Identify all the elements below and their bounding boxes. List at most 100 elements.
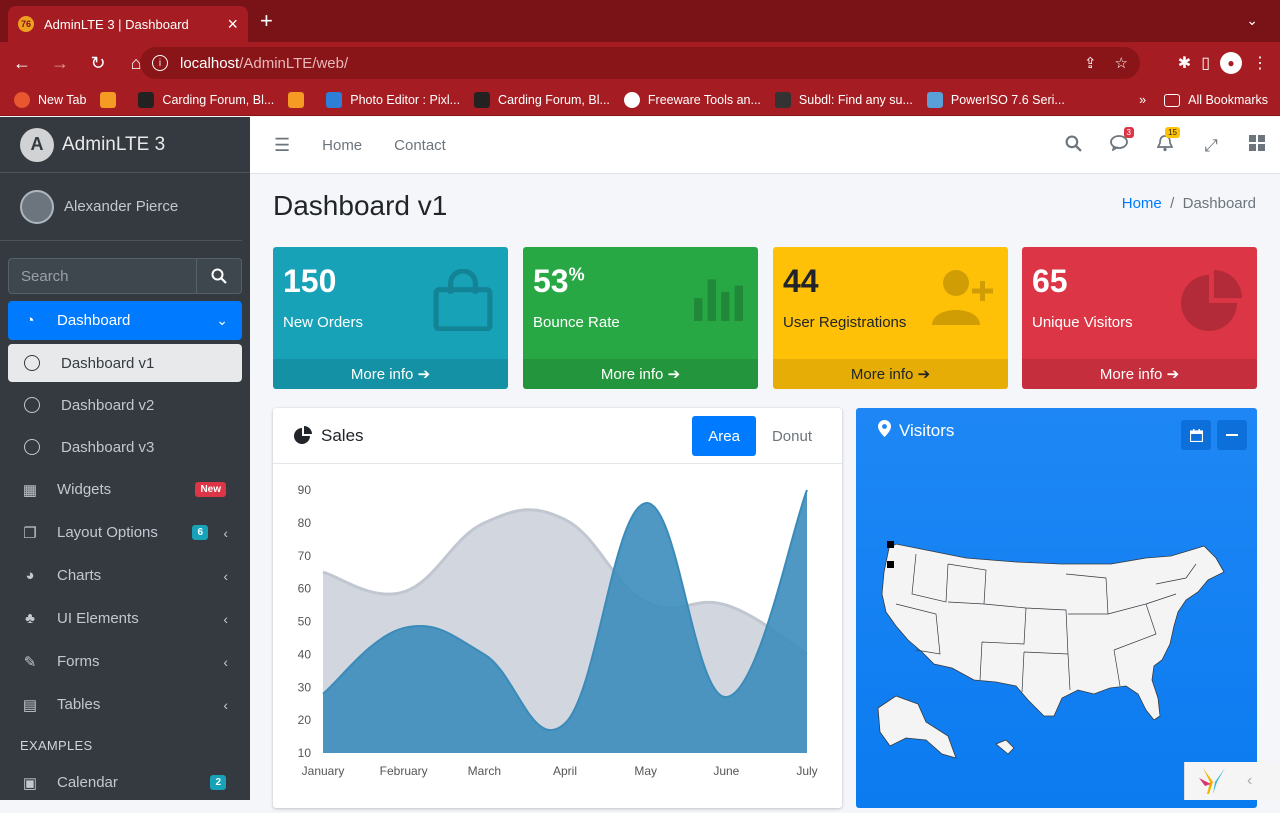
close-tab-icon[interactable]: × [227,14,238,35]
circle-icon [24,439,40,455]
url-field[interactable]: i localhost/AdminLTE/web/ ⇪ ☆ [140,47,1140,79]
tab-area[interactable]: Area [692,416,756,456]
side-panel-icon[interactable]: ▯ [1201,53,1210,73]
new-tab-icon[interactable]: + [260,8,273,34]
tab-search-icon[interactable]: ⌄ [1246,12,1258,29]
sidebar-item-charts[interactable]: ◕ Charts ‹ [8,556,242,595]
brand-text: AdminLTE 3 [62,134,165,156]
brand-link[interactable]: A AdminLTE 3 [0,117,250,173]
notifications-icon[interactable]: 15 [1142,135,1188,157]
more-info-link[interactable]: More info ➔ [273,359,508,389]
tree-icon: ♣ [20,610,40,627]
bookmark-favicon-icon [624,92,640,108]
bookmark-item[interactable]: Carding Forum, Bl... [474,92,610,108]
sidebar-nav: ◔ Dashboard ⌄ Dashboard v1 Dashboard v2 … [8,301,242,802]
tab-donut[interactable]: Donut [756,416,828,456]
sidebar-item-layout-options[interactable]: ❐ Layout Options 6 ‹ [8,513,242,552]
sidebar-search-button[interactable] [196,258,242,294]
sidebar-item-ui-elements[interactable]: ♣ UI Elements ‹ [8,599,242,638]
bookmark-item[interactable]: Subdl: Find any su... [775,92,913,108]
x-tick-label: May [634,764,657,778]
breadcrumb-separator: / [1166,195,1183,212]
reload-icon[interactable]: ↻ [82,53,114,74]
bookmark-item[interactable]: Freeware Tools an... [624,92,761,108]
bar-chart-icon [692,269,744,321]
folder-icon [1164,94,1180,107]
sidebar-search: Search [8,258,242,294]
count-badge: 2 [210,775,226,790]
map-marker[interactable] [887,541,894,548]
visitors-card: Visitors [856,408,1257,808]
bookmark-item[interactable]: New Tab [14,92,86,108]
chevron-left-icon: ‹ [223,654,228,670]
back-icon[interactable]: ← [6,53,38,74]
messages-icon[interactable]: 3 [1096,135,1142,156]
sales-area-chart: 102030405060708090JanuaryFebruaryMarchAp… [273,464,842,808]
y-tick-label: 70 [298,549,312,563]
collapse-button[interactable] [1217,420,1247,450]
url-host: localhost [180,55,239,72]
map-marker[interactable] [887,561,894,568]
chevron-left-icon: ‹ [223,697,228,713]
sidebar-item-widgets[interactable]: ▦ Widgets New [8,470,242,509]
browser-menu-icon[interactable]: ⋮ [1252,53,1268,73]
user-panel[interactable]: Alexander Pierce [0,173,242,241]
bookmark-favicon-icon [14,92,30,108]
share-icon[interactable]: ⇪ [1084,54,1097,72]
sidebar-item-dashboard[interactable]: ◔ Dashboard ⌄ [8,301,242,340]
nav-link-home[interactable]: Home [322,137,362,154]
more-info-link[interactable]: More info ➔ [523,359,758,389]
sidebar-search-input[interactable]: Search [8,258,196,294]
bookmark-item[interactable]: Photo Editor : Pixl... [326,92,460,108]
sales-card-header: Sales Area Donut [273,408,842,464]
x-tick-label: June [713,764,739,778]
sales-card: Sales Area Donut 102030405060708090Janua… [273,408,842,808]
bookmark-item[interactable]: Carding Forum, Bl... [138,92,274,108]
sidebar-item-dashboard-v2[interactable]: Dashboard v2 [8,386,242,424]
sidebar-item-dashboard-v3[interactable]: Dashboard v3 [8,428,242,466]
box-value: 65 [1032,263,1068,300]
adminlte-logo-icon: A [20,128,54,162]
minus-icon [1226,434,1238,437]
bookmark-star-icon[interactable]: ☆ [1115,54,1128,72]
more-bookmarks-icon[interactable]: » [1139,93,1146,107]
breadcrumb-home[interactable]: Home [1122,195,1162,212]
box-label: New Orders [283,314,363,331]
extensions-icon[interactable]: ✱ [1178,53,1191,73]
usa-map[interactable] [856,454,1257,808]
forward-icon[interactable]: → [44,53,76,74]
sidebar-item-dashboard-v1[interactable]: Dashboard v1 [8,344,242,382]
sidebar-item-tables[interactable]: ▤ Tables ‹ [8,685,242,724]
bookmark-favicon-icon [100,92,116,108]
fullscreen-icon[interactable]: ⤢ [1188,136,1234,156]
bookmark-item[interactable]: PowerISO 7.6 Seri... [927,92,1065,108]
bookmark-favicon-icon [138,92,154,108]
chevron-left-icon: ‹ [223,611,228,627]
calendar-button[interactable] [1181,420,1211,450]
browser-tab[interactable]: 76 AdminLTE 3 | Dashboard × [8,6,248,42]
new-badge: New [195,482,226,497]
bookmark-favicon-icon [288,92,304,108]
corner-widget[interactable]: ‹ [1184,762,1280,800]
site-info-icon[interactable]: i [152,55,168,71]
control-sidebar-icon[interactable] [1234,135,1280,156]
chevron-left-icon: ‹ [223,525,228,541]
navbar-search-icon[interactable] [1050,135,1096,157]
pie-chart-icon [1181,269,1243,331]
all-bookmarks[interactable]: All Bookmarks [1164,93,1268,107]
box-label: Unique Visitors [1032,314,1133,331]
bookmark-item[interactable] [100,92,124,108]
nav-link-contact[interactable]: Contact [394,137,446,154]
sidebar-item-forms[interactable]: ✎ Forms ‹ [8,642,242,681]
bookmark-item[interactable] [288,92,312,108]
sidebar-item-calendar[interactable]: ▣ Calendar 2 [8,763,242,802]
visitors-title: Visitors [899,421,954,441]
hamburger-menu-icon[interactable]: ☰ [274,135,290,156]
x-tick-label: January [302,764,345,778]
more-info-link[interactable]: More info ➔ [773,359,1008,389]
more-info-link[interactable]: More info ➔ [1022,359,1257,389]
profile-icon[interactable]: ● [1220,52,1242,74]
box-label: Bounce Rate [533,314,620,331]
chevron-left-icon[interactable]: ‹ [1247,772,1252,790]
y-tick-label: 90 [298,483,312,497]
